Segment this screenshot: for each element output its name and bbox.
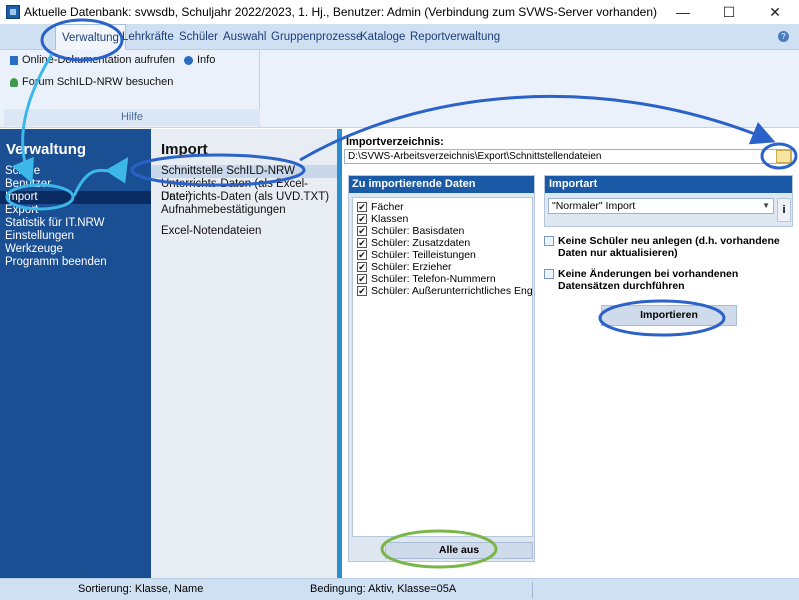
- importieren-button[interactable]: Importieren: [601, 305, 737, 326]
- maximize-button[interactable]: ☐: [706, 0, 752, 24]
- info-label: Info: [197, 54, 216, 66]
- alle-aus-button[interactable]: Alle aus: [385, 542, 533, 559]
- info-icon: [184, 55, 193, 65]
- subnav-title: Import: [161, 141, 208, 158]
- list-item[interactable]: ✔ Schüler: Telefon-Nummern: [357, 273, 496, 285]
- window-title: Aktuelle Datenbank: svwsdb, Schuljahr 20…: [24, 5, 658, 19]
- sidebar-title: Verwaltung: [6, 141, 87, 158]
- option-label: Keine Schüler neu anlegen (d.h. vorhande…: [558, 235, 780, 259]
- subnav-item-aufnahme[interactable]: Aufnahmebestätigungen: [151, 204, 337, 217]
- checkbox[interactable]: ✔: [357, 238, 367, 248]
- forum-label: Forum SchILD-NRW besuchen: [22, 76, 174, 88]
- sidebar-item-benutzer[interactable]: Benutzer: [0, 178, 151, 191]
- importart-info-button[interactable]: i: [777, 198, 791, 222]
- status-sort: Sortierung: Klasse, Name: [78, 583, 204, 595]
- sidebar-item-schule[interactable]: Schule: [0, 165, 151, 178]
- checkbox[interactable]: ✔: [357, 274, 367, 284]
- import-dir-label: Importverzeichnis:: [346, 136, 444, 148]
- list-item-label: Schüler: Erzieher: [371, 261, 452, 273]
- importart-panel: Importart "Normaler" Import ▼ i: [544, 175, 793, 227]
- online-doc-label: Online-Dokumentation aufrufen: [22, 54, 175, 66]
- list-item-label: Schüler: Basisdaten: [371, 225, 465, 237]
- list-item[interactable]: ✔ Schüler: Erzieher: [357, 261, 452, 273]
- tree-icon: [10, 77, 18, 87]
- tab-reportverwaltung[interactable]: Reportverwaltung: [404, 24, 506, 50]
- ribbon-group-label: Hilfe: [4, 109, 260, 126]
- sidebar: Verwaltung Schule Benutzer Import Export…: [0, 129, 151, 578]
- subnav-item-excel-noten[interactable]: Excel-Notendateien: [151, 225, 337, 238]
- tab-kataloge[interactable]: Kataloge: [354, 24, 411, 50]
- subnav-item-unterricht-excel[interactable]: Unterrichts-Daten (als Excel-Datei): [151, 178, 337, 203]
- checkbox[interactable]: ✔: [357, 214, 367, 224]
- app-icon: [6, 5, 20, 19]
- folder-icon[interactable]: [776, 150, 791, 163]
- list-item-label: Schüler: Telefon-Nummern: [371, 273, 496, 285]
- sidebar-item-export[interactable]: Export: [0, 204, 151, 217]
- list-item-label: Schüler: Zusatzdaten: [371, 237, 471, 249]
- subnav-item-unterricht-uvd[interactable]: Unterrichts-Daten (als UVD.TXT): [151, 191, 337, 204]
- option-no-new-students[interactable]: Keine Schüler neu anlegen (d.h. vorhande…: [544, 235, 794, 259]
- checkbox[interactable]: ✔: [357, 286, 367, 296]
- main-content: Importverzeichnis: D:\SVWS-Arbeitsverzei…: [342, 129, 799, 578]
- sidebar-item-programm-beenden[interactable]: Programm beenden: [0, 256, 151, 269]
- online-doc-button[interactable]: Online-Dokumentation aufrufen: [10, 54, 175, 66]
- tab-gruppenprozesse[interactable]: Gruppenprozesse: [265, 24, 368, 50]
- import-dir-input[interactable]: D:\SVWS-Arbeitsverzeichnis\Export\Schnit…: [344, 149, 792, 164]
- checkbox[interactable]: [544, 236, 554, 246]
- tab-lehrkraefte[interactable]: Lehrkräfte: [116, 24, 180, 50]
- help-icon[interactable]: ?: [778, 31, 789, 42]
- list-item-label: Schüler: Teilleistungen: [371, 249, 476, 261]
- ribbon: Online-Dokumentation aufrufen Info Forum…: [0, 50, 799, 128]
- list-item[interactable]: ✔ Klassen: [357, 213, 408, 225]
- chevron-down-icon: ▼: [762, 201, 770, 210]
- checkbox[interactable]: ✔: [357, 202, 367, 212]
- list-item[interactable]: ✔ Schüler: Basisdaten: [357, 225, 464, 237]
- importart-header: Importart: [545, 176, 792, 193]
- importart-value: "Normaler" Import: [552, 200, 636, 212]
- subnav-item-schnittstelle[interactable]: Schnittstelle SchILD-NRW: [151, 165, 337, 178]
- minimize-button[interactable]: —: [660, 0, 706, 24]
- import-data-header: Zu importierende Daten: [349, 176, 534, 193]
- list-item[interactable]: ✔ Schüler: Teilleistungen: [357, 249, 476, 261]
- title-bar: Aktuelle Datenbank: svwsdb, Schuljahr 20…: [0, 0, 799, 24]
- forum-button[interactable]: Forum SchILD-NRW besuchen: [10, 76, 173, 88]
- sidebar-item-einstellungen[interactable]: Einstellungen: [0, 230, 151, 243]
- sidebar-item-import[interactable]: Import: [0, 191, 151, 204]
- list-item[interactable]: ✔ Fächer: [357, 201, 404, 213]
- sidebar-item-statistik[interactable]: Statistik für IT.NRW: [0, 217, 151, 230]
- import-data-list: ✔ Fächer ✔ Klassen ✔ Schüler: Basisdaten ✔ S…: [352, 197, 533, 537]
- option-no-changes[interactable]: Keine Änderungen bei vorhandenen Datensä…: [544, 268, 794, 292]
- checkbox[interactable]: [544, 269, 554, 279]
- ribbon-tabs: Verwaltung Lehrkräfte Schüler Auswahl Gr…: [0, 24, 799, 51]
- list-item-label: Fächer: [371, 201, 404, 213]
- list-item-label: Klassen: [371, 213, 409, 225]
- list-item[interactable]: ✔ Schüler: Außerunterrichtliches Engageme…: [357, 285, 533, 297]
- list-item[interactable]: ✔ Schüler: Zusatzdaten: [357, 237, 470, 249]
- checkbox[interactable]: ✔: [357, 250, 367, 260]
- status-condition: Bedingung: Aktiv, Klasse=05A: [310, 583, 457, 595]
- ribbon-group-hilfe: Online-Dokumentation aufrufen Info Forum…: [4, 50, 260, 127]
- status-bar: Sortierung: Klasse, Name Bedingung: Akti…: [0, 578, 799, 600]
- option-label: Keine Änderungen bei vorhandenen Datensä…: [558, 268, 739, 292]
- import-data-panel: Zu importierende Daten ✔ Fächer ✔ Klassen …: [348, 175, 535, 562]
- info-button[interactable]: Info: [184, 54, 215, 66]
- status-separator: [532, 582, 533, 598]
- book-icon: [10, 55, 18, 65]
- checkbox[interactable]: ✔: [357, 226, 367, 236]
- sidebar-item-werkzeuge[interactable]: Werkzeuge: [0, 243, 151, 256]
- close-button[interactable]: ✕: [752, 0, 798, 24]
- list-item-label: Schüler: Außerunterrichtliches Engagemen…: [371, 285, 533, 297]
- importart-select[interactable]: "Normaler" Import ▼: [548, 198, 774, 214]
- checkbox[interactable]: ✔: [357, 262, 367, 272]
- sub-navigation: Import Schnittstelle SchILD-NRW Unterric…: [151, 129, 337, 578]
